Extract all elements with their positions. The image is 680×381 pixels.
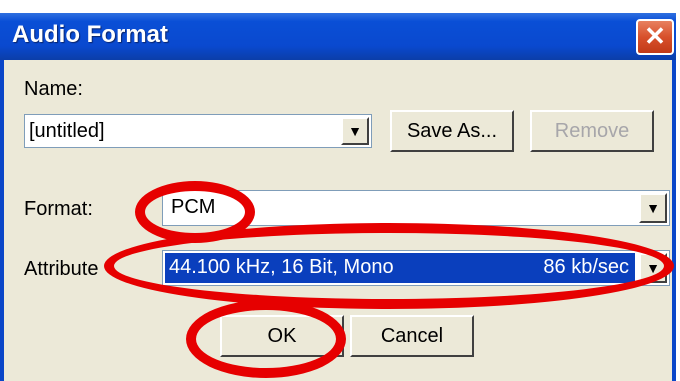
audio-format-dialog: Audio Format ✕ Name: [untitled] ▼ Save A… [0,0,676,381]
window-frame-right [672,60,676,381]
attributes-selection: 44.100 kHz, 16 Bit, Mono 86 kb/sec [165,253,635,283]
ok-button[interactable]: OK [220,315,344,357]
format-value: PCM [171,196,216,218]
attributes-combobox[interactable]: 44.100 kHz, 16 Bit, Mono 86 kb/sec ▼ [162,250,670,286]
dialog-client-area: Name: [untitled] ▼ Save As... Remove For… [4,60,672,381]
name-dropdown-button[interactable]: ▼ [341,117,369,145]
save-as-button[interactable]: Save As... [390,110,514,152]
chevron-down-icon: ▼ [646,200,660,216]
format-dropdown-button[interactable]: ▼ [639,193,667,223]
close-icon: ✕ [644,21,666,51]
name-combobox[interactable]: [untitled] ▼ [24,114,372,148]
name-value: [untitled] [29,120,105,142]
dialog-title: Audio Format [12,21,168,48]
attributes-bitrate: 86 kb/sec [543,256,629,278]
format-label: Format: [24,198,93,220]
format-combobox[interactable]: PCM ▼ [162,190,670,226]
remove-button[interactable]: Remove [530,110,654,152]
attributes-label: Attribute [24,258,99,280]
name-label: Name: [24,78,83,100]
chevron-down-icon: ▼ [646,260,660,276]
attributes-value: 44.100 kHz, 16 Bit, Mono [169,256,394,278]
title-bar[interactable]: Audio Format ✕ [0,13,676,60]
cancel-button[interactable]: Cancel [350,315,474,357]
attributes-dropdown-button[interactable]: ▼ [639,253,667,283]
close-button[interactable]: ✕ [636,19,674,55]
chevron-down-icon: ▼ [348,123,362,139]
